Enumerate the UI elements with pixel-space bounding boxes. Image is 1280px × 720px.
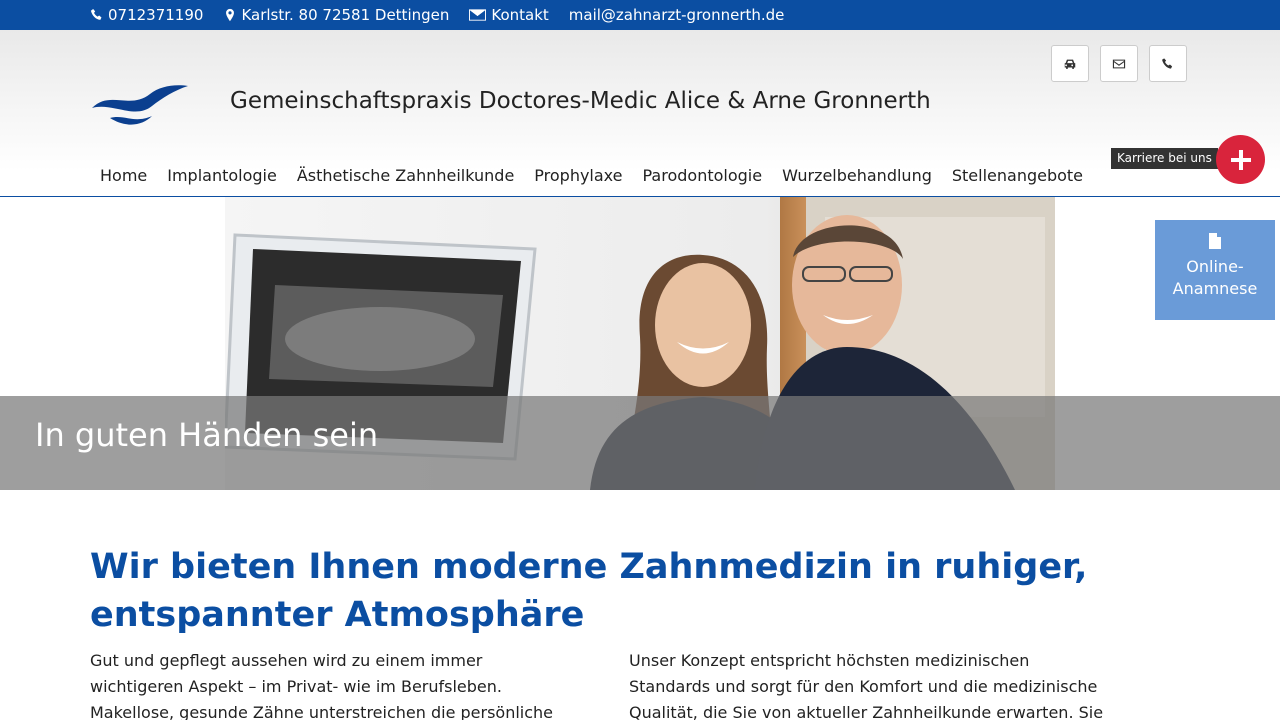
plus-icon [1230, 149, 1251, 170]
hero-banner: In guten Händen sein [0, 197, 1280, 490]
practice-logo[interactable] [90, 80, 190, 130]
career-tooltip: Karriere bei uns [1111, 148, 1218, 169]
quick-actions [1051, 45, 1198, 82]
contact-link[interactable]: Kontakt [469, 6, 549, 24]
map-marker-icon [223, 8, 237, 22]
nav-stellenangebote[interactable]: Stellenangebote [942, 166, 1093, 185]
car-icon [1064, 59, 1076, 69]
email-link[interactable]: mail@zahnarzt-gronnerth.de [569, 6, 785, 24]
phone-number: 0712371190 [108, 6, 204, 24]
wave-logo-icon [92, 85, 188, 125]
nav-prophylaxe[interactable]: Prophylaxe [524, 166, 632, 185]
intro-text-right: Unser Konzept entspricht höchsten medizi… [629, 651, 1104, 720]
site-title: Gemeinschaftspraxis Doctores-Medic Alice… [230, 88, 931, 114]
nav-aesthetische-zahnheilkunde[interactable]: Ästhetische Zahnheilkunde [287, 166, 524, 185]
address-text: Karlstr. 80 72581 Dettingen [241, 6, 450, 24]
nav-implantologie[interactable]: Implantologie [157, 166, 287, 185]
nav-parodontologie[interactable]: Parodontologie [633, 166, 773, 185]
contact-label: Kontakt [491, 6, 549, 24]
nav-wurzelbehandlung[interactable]: Wurzelbehandlung [772, 166, 942, 185]
directions-button[interactable] [1051, 45, 1089, 82]
phone-link[interactable]: 0712371190 [90, 6, 203, 24]
intro-text-left: Gut und gepflegt aussehen wird zu einem … [90, 651, 554, 720]
phone-icon [1162, 57, 1173, 69]
anamnese-label-line1: Online- [1186, 257, 1244, 276]
online-anamnese-button[interactable]: Online- Anamnese [1155, 220, 1275, 320]
call-button[interactable] [1149, 45, 1187, 82]
email-address: mail@zahnarzt-gronnerth.de [568, 6, 785, 24]
career-button[interactable] [1216, 135, 1265, 184]
email-button[interactable] [1100, 45, 1138, 82]
nav-home[interactable]: Home [90, 166, 157, 185]
address-link[interactable]: Karlstr. 80 72581 Dettingen [223, 6, 449, 24]
intro-headline: Wir bieten Ihnen moderne Zahnmedizin in … [90, 547, 1088, 635]
envelope-icon [469, 8, 487, 22]
top-contact-bar: 0712371190 Karlstr. 80 72581 Dettingen K… [0, 0, 1280, 30]
hero-caption: In guten Händen sein [35, 416, 379, 454]
anamnese-label-line2: Anamnese [1172, 279, 1258, 298]
envelope-icon [1112, 59, 1126, 68]
main-navigation: Home Implantologie Ästhetische Zahnheilk… [90, 166, 1093, 185]
site-header: Gemeinschaftspraxis Doctores-Medic Alice… [0, 30, 1280, 197]
phone-icon [90, 8, 104, 22]
document-icon [1209, 233, 1221, 249]
